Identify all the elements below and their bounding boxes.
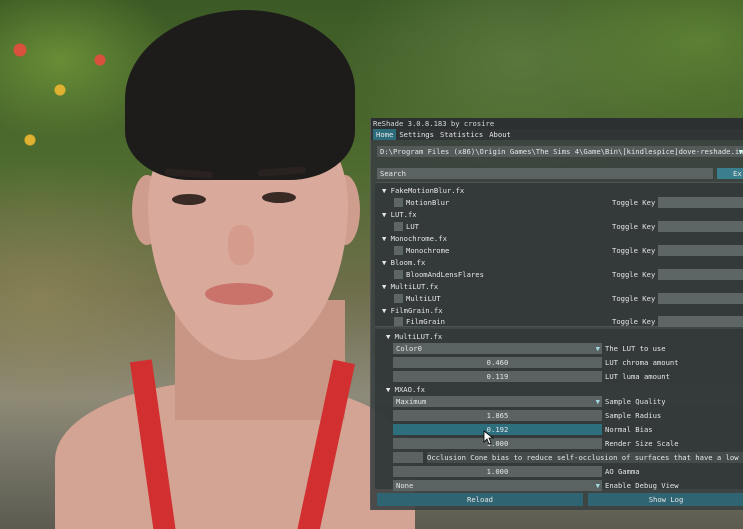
ao-gamma-label: AO Gamma bbox=[605, 467, 640, 476]
collapse-arrow-icon: ▼ bbox=[386, 332, 395, 341]
dropdown-arrow-icon: ▼ bbox=[595, 344, 600, 353]
character-hair bbox=[125, 10, 355, 180]
lut-luma-label: LUT luma amount bbox=[605, 372, 670, 381]
flowers-decoration bbox=[0, 20, 140, 180]
reshade-window: ReShade 3.0.8.183 by crosire Home Settin… bbox=[370, 118, 743, 510]
effect-file-header[interactable]: ▼ Bloom.fx bbox=[382, 257, 425, 268]
technique-checkbox[interactable] bbox=[394, 246, 403, 255]
ao-gamma-slider[interactable]: 1.000 bbox=[393, 466, 602, 477]
technique-label: MultiLUT bbox=[406, 294, 441, 303]
effect-file-header[interactable]: ▼ FakeMotionBlur.fx bbox=[382, 185, 464, 196]
character-nose bbox=[228, 225, 254, 265]
technique-label: FilmGrain bbox=[406, 317, 445, 326]
preset-path-dropdown[interactable]: D:\Program Files (x86)\Origin Games\The … bbox=[377, 146, 743, 157]
lut-select-label: The LUT to use bbox=[605, 344, 666, 353]
collapse-arrow-icon: ▼ bbox=[386, 385, 395, 394]
toggle-key-label: Toggle Key bbox=[612, 222, 656, 231]
toggle-key-label: Toggle Key bbox=[612, 294, 656, 303]
lut-select-combo[interactable]: Color0 ▼ bbox=[393, 343, 602, 354]
toggle-key-label: Toggle Key bbox=[612, 317, 656, 326]
technique-checkbox[interactable] bbox=[394, 198, 403, 207]
param-section-header[interactable]: ▼ MXAO.fx bbox=[386, 384, 425, 395]
window-title: ReShade 3.0.8.183 by crosire bbox=[371, 118, 743, 129]
tab-statistics[interactable]: Statistics bbox=[437, 129, 486, 140]
sample-radius-label: Sample Radius bbox=[605, 411, 662, 420]
render-size-scale-label: Render Size Scale bbox=[605, 439, 679, 448]
toggle-key-input[interactable] bbox=[658, 316, 743, 327]
effect-file-header[interactable]: ▼ MultiLUT.fx bbox=[382, 281, 438, 292]
technique-label: Monochrome bbox=[406, 246, 450, 255]
technique-checkbox[interactable] bbox=[394, 270, 403, 279]
collapse-arrow-icon: ▼ bbox=[382, 258, 391, 267]
technique-checkbox[interactable] bbox=[394, 294, 403, 303]
collapse-arrow-icon: ▼ bbox=[382, 186, 391, 195]
toggle-key-label: Toggle Key bbox=[612, 246, 656, 255]
toggle-key-label: Toggle Key bbox=[612, 198, 656, 207]
effects-list: ▼ FakeMotionBlur.fx MotionBlur Toggle Ke… bbox=[375, 182, 743, 327]
toggle-key-input[interactable] bbox=[658, 293, 743, 304]
toggle-key-input[interactable] bbox=[658, 197, 743, 208]
show-log-button[interactable]: Show Log bbox=[588, 493, 743, 506]
toggle-key-input[interactable] bbox=[658, 221, 743, 232]
lut-chroma-label: LUT chroma amount bbox=[605, 358, 679, 367]
debug-view-combo[interactable]: None ▼ bbox=[393, 480, 602, 491]
technique-label: LUT bbox=[406, 222, 419, 231]
technique-checkbox[interactable] bbox=[394, 317, 403, 326]
reload-button[interactable]: Reload bbox=[377, 493, 583, 506]
collapse-arrow-icon: ▼ bbox=[382, 282, 391, 291]
bottom-button-bar: Reload Show Log bbox=[377, 493, 743, 506]
render-size-scale-slider[interactable]: 1.000 bbox=[393, 438, 602, 449]
effect-parameters-panel: ▼ MultiLUT.fx Color0 ▼ The LUT to use 0.4… bbox=[375, 329, 743, 491]
normal-bias-label: Normal Bias bbox=[605, 425, 653, 434]
parameter-tooltip: Occlusion Cone bias to reduce self-occlu… bbox=[427, 452, 743, 463]
tab-home[interactable]: Home bbox=[373, 129, 397, 140]
preset-path-text: D:\Program Files (x86)\Origin Games\The … bbox=[380, 147, 743, 156]
technique-label: BloomAndLensFlares bbox=[406, 270, 484, 279]
lut-luma-slider[interactable]: 0.119 bbox=[393, 371, 602, 382]
tab-about[interactable]: About bbox=[486, 129, 514, 140]
right-eye bbox=[262, 192, 296, 203]
sample-radius-slider[interactable]: 1.865 bbox=[393, 410, 602, 421]
collapse-arrow-icon: ▼ bbox=[382, 234, 391, 243]
technique-label: MotionBlur bbox=[406, 198, 450, 207]
expand-button[interactable]: Ex bbox=[717, 168, 743, 179]
collapse-arrow-icon: ▼ bbox=[382, 210, 391, 219]
hidden-param-field[interactable] bbox=[393, 452, 423, 463]
toggle-key-input[interactable] bbox=[658, 245, 743, 256]
debug-view-label: Enable Debug View bbox=[605, 481, 679, 490]
toggle-key-label: Toggle Key bbox=[612, 270, 656, 279]
normal-bias-slider[interactable]: 0.192 bbox=[393, 424, 602, 435]
effect-file-header[interactable]: ▼ LUT.fx bbox=[382, 209, 417, 220]
lut-chroma-slider[interactable]: 0.460 bbox=[393, 357, 602, 368]
menu-bar: Home Settings Statistics About bbox=[371, 129, 743, 140]
effect-file-header[interactable]: ▼ Monochrome.fx bbox=[382, 233, 447, 244]
dropdown-arrow-icon: ▼ bbox=[595, 397, 600, 406]
dropdown-arrow-icon: ▼ bbox=[738, 147, 743, 156]
technique-checkbox[interactable] bbox=[394, 222, 403, 231]
sample-quality-combo[interactable]: Maximum ▼ bbox=[393, 396, 602, 407]
tab-settings[interactable]: Settings bbox=[396, 129, 437, 140]
collapse-arrow-icon: ▼ bbox=[382, 306, 391, 315]
left-eye bbox=[172, 194, 206, 205]
dropdown-arrow-icon: ▼ bbox=[595, 481, 600, 490]
effect-file-header[interactable]: ▼ FilmGrain.fx bbox=[382, 305, 443, 316]
character-mouth bbox=[205, 283, 273, 305]
search-input[interactable]: Search bbox=[377, 168, 713, 179]
mouse-cursor-icon bbox=[483, 430, 495, 445]
sample-quality-label: Sample Quality bbox=[605, 397, 666, 406]
toggle-key-input[interactable] bbox=[658, 269, 743, 280]
param-section-header[interactable]: ▼ MultiLUT.fx bbox=[386, 331, 442, 342]
